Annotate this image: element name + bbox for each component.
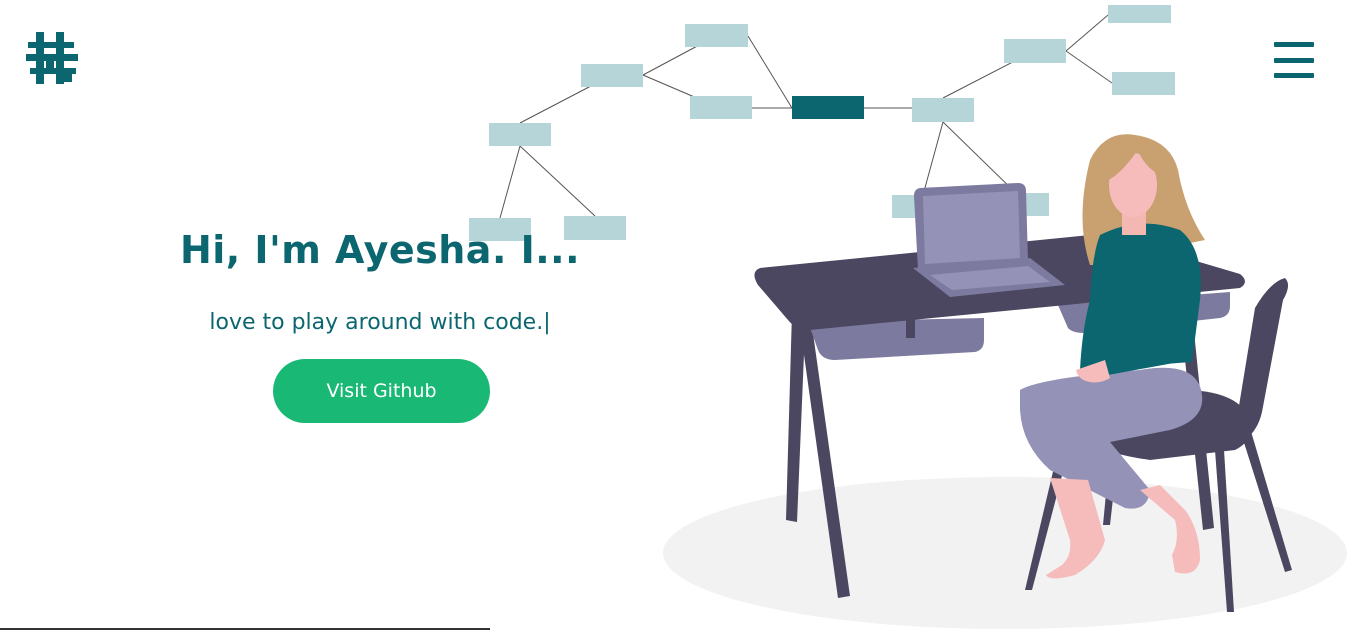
landing-page: Hi, I'm Ayesha. I... love to play around… — [0, 0, 1347, 630]
chair — [1025, 278, 1292, 612]
tree-diagram-lines — [499, 14, 1113, 219]
hamburger-menu-icon[interactable] — [1274, 42, 1316, 78]
menu-bar — [1274, 42, 1314, 47]
desk — [754, 234, 1245, 598]
hash-building-logo-icon[interactable] — [24, 30, 80, 86]
hero-title: Hi, I'm Ayesha. I... — [179, 228, 581, 272]
laptop — [913, 183, 1065, 297]
hero-subtitle-typing-text: love to play around with code.| — [209, 310, 551, 335]
visit-github-button[interactable]: Visit Github — [273, 359, 490, 423]
menu-bar — [1274, 73, 1314, 78]
tree-diagram-nodes — [469, 5, 1175, 241]
menu-bar — [1274, 57, 1314, 63]
woman — [1020, 134, 1205, 579]
tree-root-node — [792, 96, 864, 119]
floor-shadow — [663, 477, 1347, 629]
